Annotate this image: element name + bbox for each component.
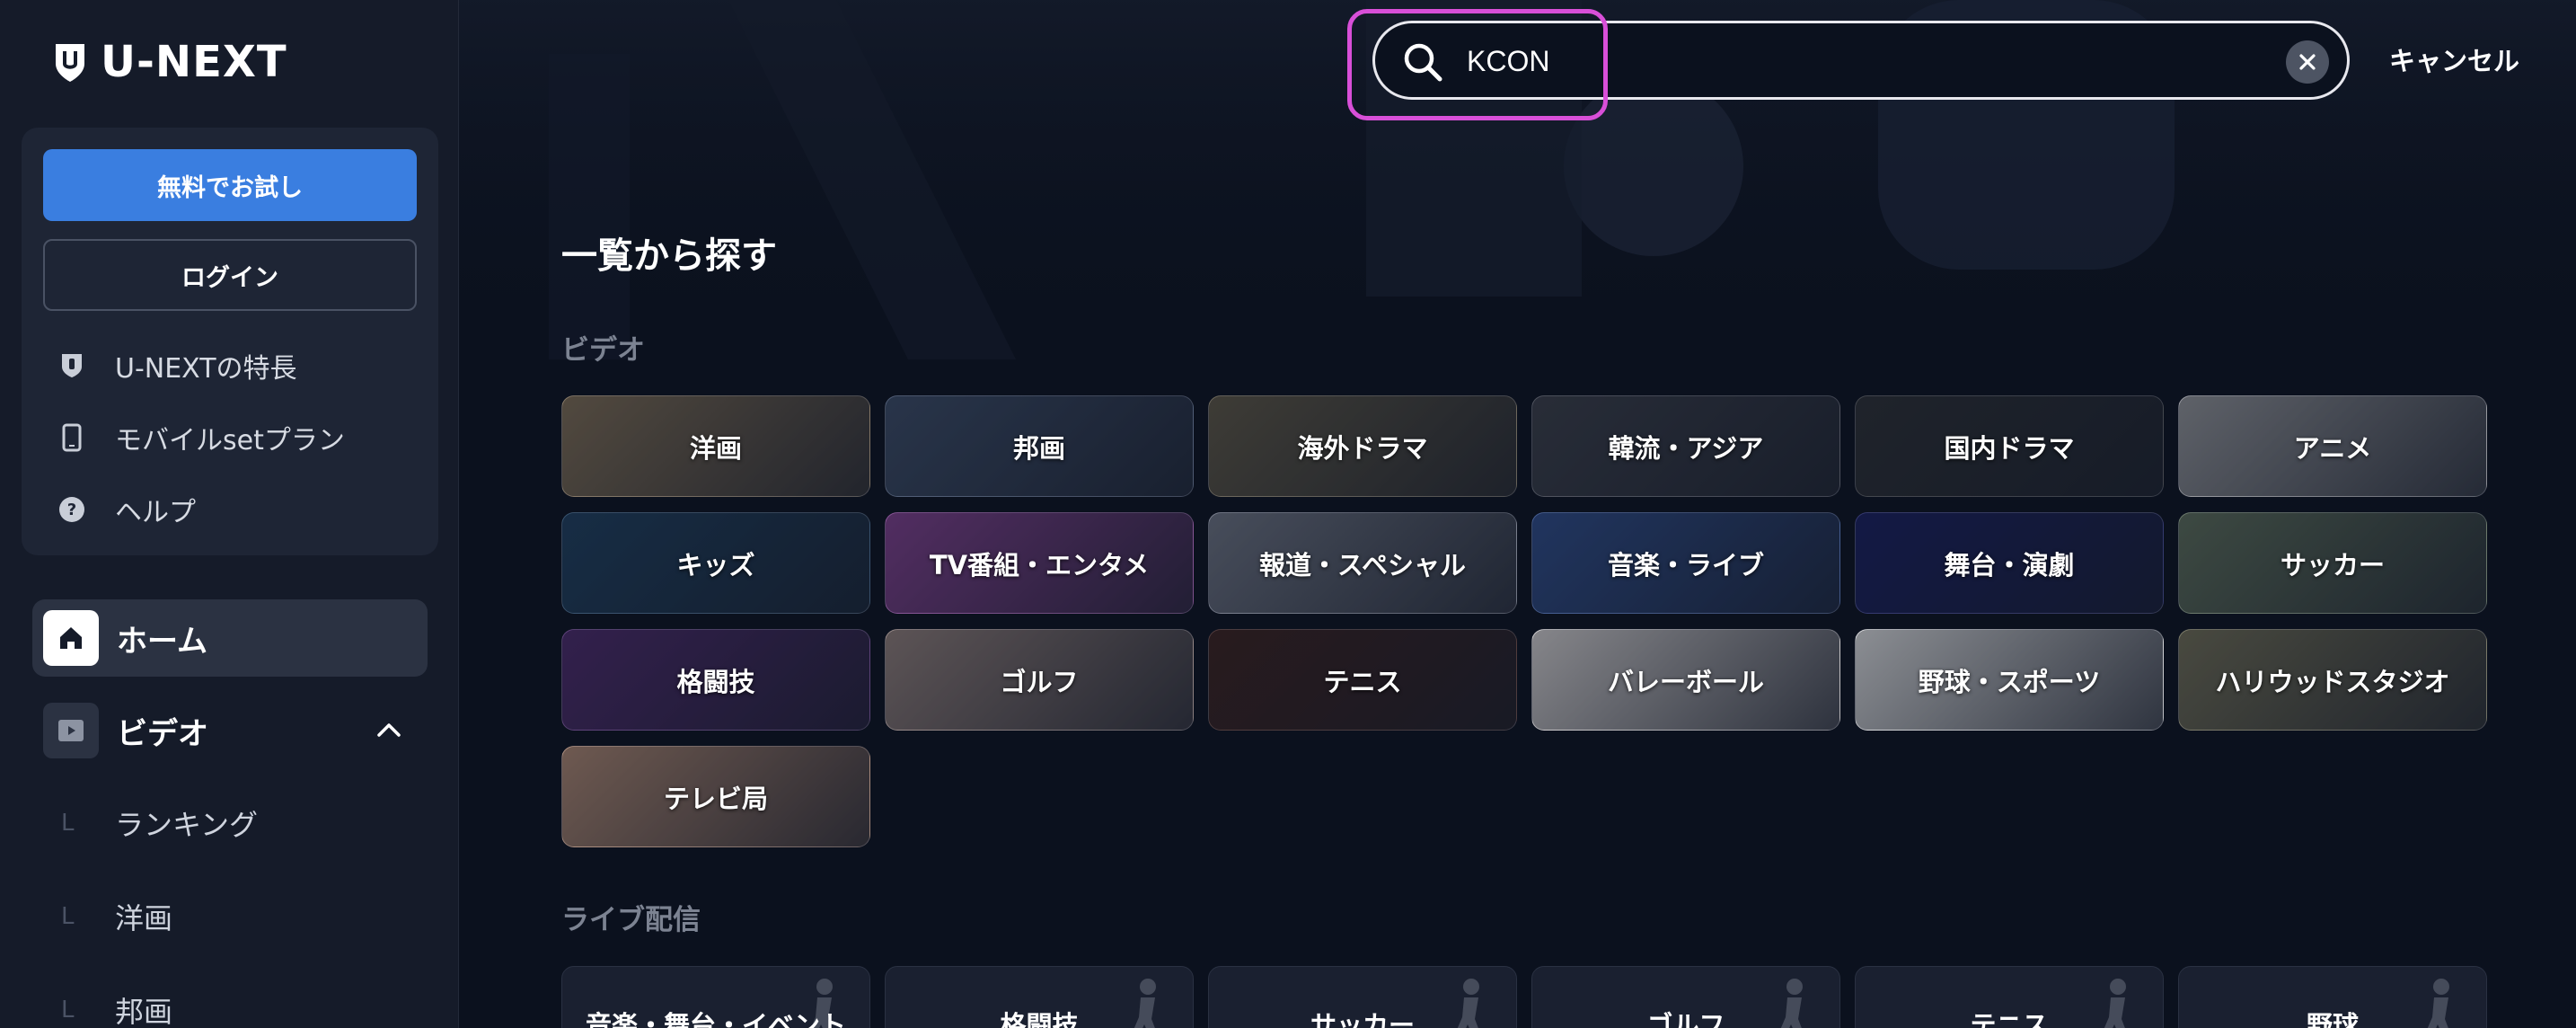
video-category-label: 格闘技 xyxy=(676,666,755,697)
video-category-tile[interactable]: 海外ドラマ xyxy=(1208,395,1517,497)
video-category-tile[interactable]: 洋画 xyxy=(561,395,870,497)
live-category-label: 音楽・舞台・イベント xyxy=(585,1010,846,1028)
video-category-label: 邦画 xyxy=(1012,432,1065,464)
nav-sub-western[interactable]: L 洋画 xyxy=(61,890,172,944)
video-icon xyxy=(43,703,99,758)
account-card: 無料でお試し ログイン U-NEXTの特長 モバイルsetプラン ? ヘルプ xyxy=(22,128,438,555)
mobile-icon xyxy=(57,423,86,452)
sport-silhouette-icon xyxy=(1457,979,1479,1028)
cancel-button[interactable]: キャンセル xyxy=(2389,38,2519,81)
video-category-label: TV番組・エンタメ xyxy=(929,549,1150,580)
nav-sub-japanese-label: 邦画 xyxy=(115,995,173,1028)
search-bar[interactable] xyxy=(1372,21,2350,100)
video-category-label: バレーボール xyxy=(1607,666,1764,697)
video-category-tile[interactable]: TV番組・エンタメ xyxy=(885,512,1194,614)
help-link-label: ヘルプ xyxy=(115,497,196,528)
home-icon xyxy=(43,610,99,666)
video-category-tile[interactable]: キッズ xyxy=(561,512,870,614)
live-category-tile[interactable]: サッカー xyxy=(1208,966,1517,1028)
live-category-label: 格闘技 xyxy=(1000,1010,1079,1028)
tree-branch-icon: L xyxy=(61,903,75,930)
video-category-tile[interactable]: バレーボール xyxy=(1531,629,1840,731)
video-category-label: ハリウッドスタジオ xyxy=(2215,666,2450,697)
mobile-plan-link-label: モバイルsetプラン xyxy=(115,425,345,456)
video-category-label: アニメ xyxy=(2293,432,2372,464)
nav-sub-japanese[interactable]: L 邦画 xyxy=(61,983,172,1028)
nav-home-label: ホーム xyxy=(117,623,207,660)
video-category-tile[interactable]: 格闘技 xyxy=(561,629,870,731)
live-section-title: ライブ配信 xyxy=(561,904,701,936)
live-category-tile[interactable]: 音楽・舞台・イベント xyxy=(561,966,870,1028)
nav-sub-ranking-label: ランキング xyxy=(115,808,259,842)
video-category-label: サッカー xyxy=(2280,549,2385,580)
live-category-tile[interactable]: 格闘技 xyxy=(885,966,1194,1028)
logo-shield-icon xyxy=(56,44,84,82)
sport-silhouette-icon xyxy=(2427,979,2449,1028)
video-category-tile[interactable]: 報道・スペシャル xyxy=(1208,512,1517,614)
sport-silhouette-icon xyxy=(1134,979,1156,1028)
video-category-label: テレビ局 xyxy=(663,783,768,814)
close-icon xyxy=(2299,54,2316,70)
tree-branch-icon: L xyxy=(61,997,75,1024)
video-category-tile[interactable]: テレビ局 xyxy=(561,746,870,847)
nav-video-label: ビデオ xyxy=(117,715,208,752)
brand-logo[interactable]: U-NEXT xyxy=(52,37,287,87)
sport-silhouette-icon xyxy=(2104,979,2126,1028)
video-category-tile[interactable]: ハリウッドスタジオ xyxy=(2178,629,2487,731)
video-category-label: 洋画 xyxy=(689,432,742,464)
video-category-label: 国内ドラマ xyxy=(1944,432,2075,464)
help-icon: ? xyxy=(57,495,86,524)
brand-name: U-NEXT xyxy=(101,37,287,87)
video-category-tile[interactable]: 邦画 xyxy=(885,395,1194,497)
video-category-label: キッズ xyxy=(676,549,755,580)
video-category-label: 韓流・アジア xyxy=(1608,432,1764,464)
nav-sub-ranking[interactable]: L ランキング xyxy=(61,796,258,850)
video-category-tile[interactable]: 野球・スポーツ xyxy=(1855,629,2164,731)
shield-icon xyxy=(57,351,86,380)
live-category-tile[interactable]: テニス xyxy=(1855,966,2164,1028)
live-category-label: ゴルフ xyxy=(1646,1010,1725,1028)
nav-sub-western-label: 洋画 xyxy=(115,901,173,935)
tree-branch-icon: L xyxy=(61,810,75,837)
page-title: 一覧から探す xyxy=(561,235,777,277)
features-link[interactable]: U-NEXTの特長 xyxy=(57,343,297,388)
video-category-label: 報道・スペシャル xyxy=(1259,549,1466,580)
live-category-label: サッカー xyxy=(1310,1010,1415,1028)
video-category-tile[interactable]: 舞台・演劇 xyxy=(1855,512,2164,614)
mobile-plan-link[interactable]: モバイルsetプラン xyxy=(57,415,345,460)
video-category-tile[interactable]: ゴルフ xyxy=(885,629,1194,731)
video-section-title: ビデオ xyxy=(561,334,645,367)
video-category-tile[interactable]: 韓流・アジア xyxy=(1531,395,1840,497)
video-category-label: 舞台・演劇 xyxy=(1944,549,2075,580)
free-trial-button[interactable]: 無料でお試し xyxy=(43,149,417,221)
sidebar: U-NEXT 無料でお試し ログイン U-NEXTの特長 モバイルsetプラン … xyxy=(0,0,459,1028)
video-category-tile[interactable]: サッカー xyxy=(2178,512,2487,614)
nav-home[interactable]: ホーム xyxy=(32,599,428,677)
chevron-up-icon[interactable] xyxy=(374,715,404,746)
help-link[interactable]: ? ヘルプ xyxy=(57,487,196,532)
clear-search-button[interactable] xyxy=(2286,40,2329,84)
video-category-tile[interactable]: アニメ xyxy=(2178,395,2487,497)
sport-silhouette-icon xyxy=(1780,979,1803,1028)
video-category-label: 音楽・ライブ xyxy=(1607,549,1764,580)
video-category-label: テニス xyxy=(1323,666,1402,697)
live-category-label: 野球 xyxy=(2306,1010,2359,1028)
video-category-label: 海外ドラマ xyxy=(1297,432,1428,464)
login-button[interactable]: ログイン xyxy=(43,239,417,311)
video-category-tile[interactable]: テニス xyxy=(1208,629,1517,731)
video-category-tile[interactable]: 音楽・ライブ xyxy=(1531,512,1840,614)
svg-text:?: ? xyxy=(67,501,76,519)
search-input[interactable] xyxy=(1467,36,2257,86)
nav-video[interactable]: ビデオ xyxy=(32,692,428,769)
video-category-tile[interactable]: 国内ドラマ xyxy=(1855,395,2164,497)
live-category-tile[interactable]: ゴルフ xyxy=(1531,966,1840,1028)
video-category-label: ゴルフ xyxy=(1000,666,1079,697)
live-category-label: テニス xyxy=(1970,1010,2049,1028)
search-icon xyxy=(1404,43,1442,82)
video-category-label: 野球・スポーツ xyxy=(1918,666,2101,697)
live-category-tile[interactable]: 野球 xyxy=(2178,966,2487,1028)
features-link-label: U-NEXTの特長 xyxy=(115,353,297,385)
